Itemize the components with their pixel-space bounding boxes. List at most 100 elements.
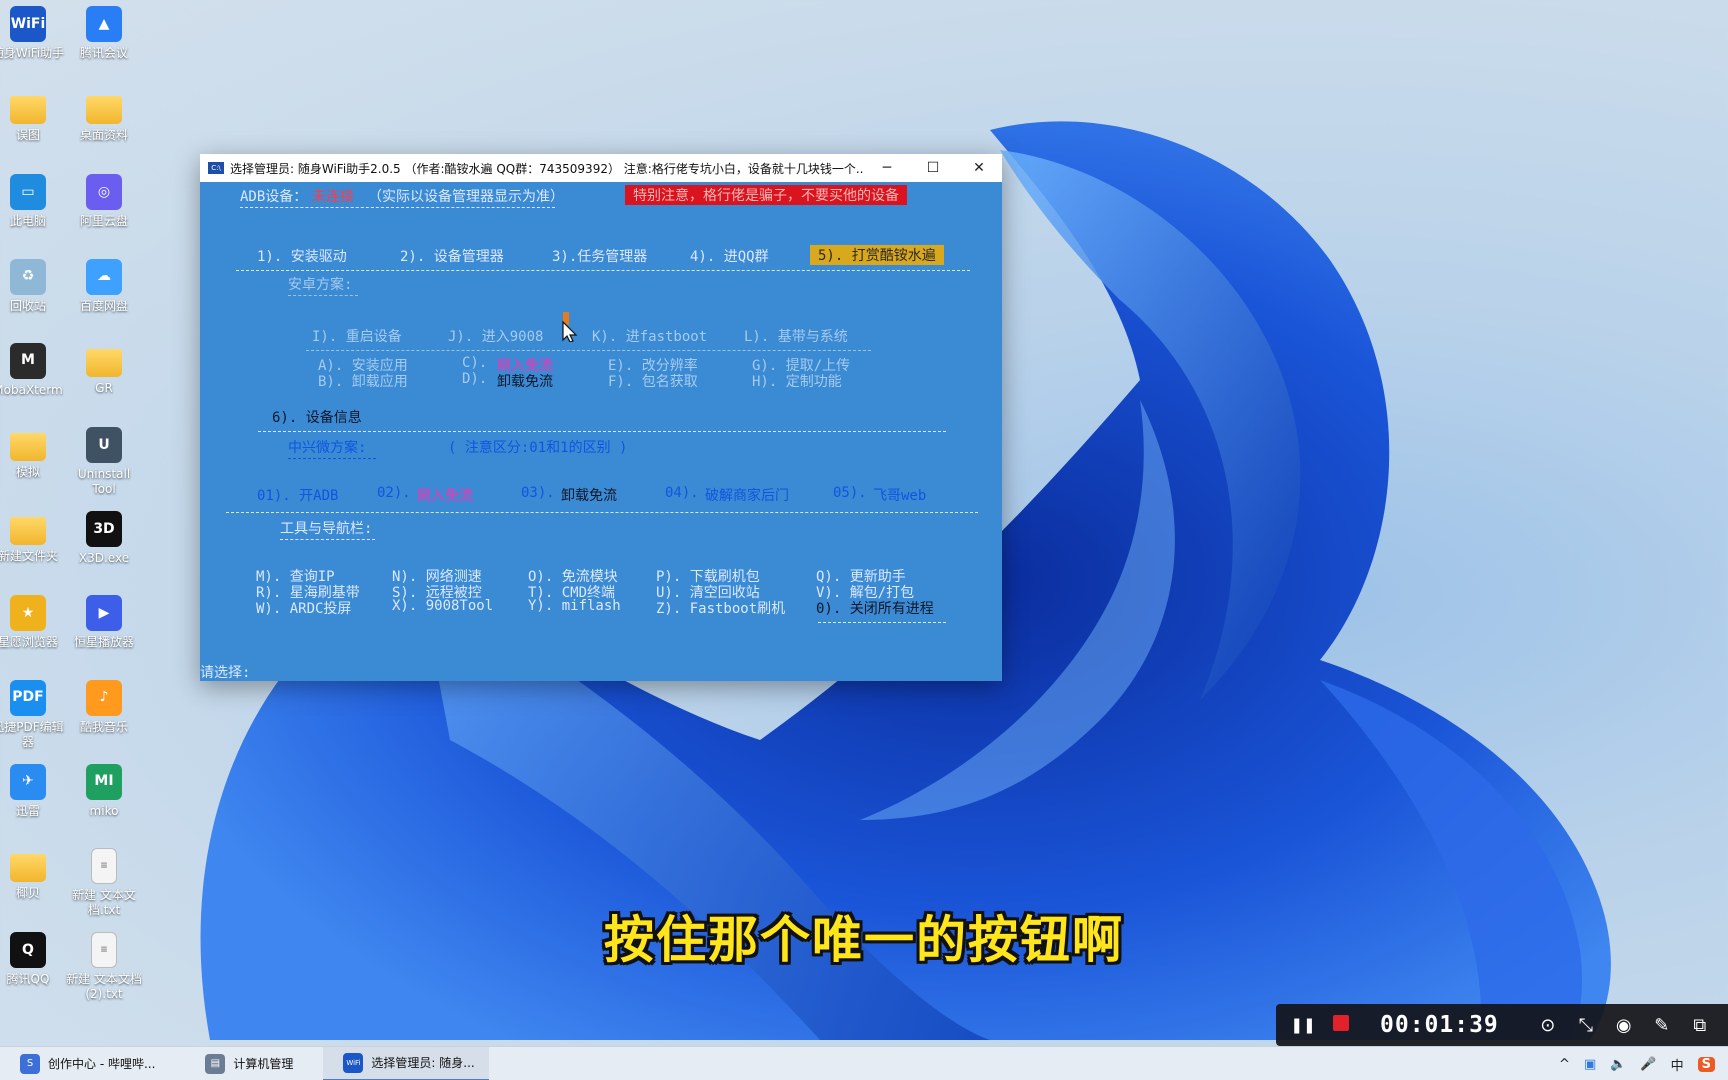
maximize-button[interactable]: ☐	[910, 154, 956, 182]
zte-02-label: 02).	[377, 485, 411, 501]
menu-device-manager[interactable]: 2). 设备管理器	[400, 246, 504, 266]
tool-9008tool[interactable]: X). 9008Tool	[392, 598, 493, 614]
menu-task-manager[interactable]: 3).任务管理器	[552, 246, 647, 266]
option-fastboot[interactable]: K). 进fastboot	[592, 326, 707, 346]
option-reboot[interactable]: I). 重启设备	[312, 326, 402, 346]
desktop-icon[interactable]: 椰贝	[0, 848, 66, 901]
option-baseband[interactable]: L). 基带与系统	[744, 326, 848, 346]
pen-icon[interactable]: ✎	[1643, 1015, 1681, 1036]
folder-icon	[86, 348, 122, 377]
tool-ardc-cast[interactable]: W). ARDC投屏	[256, 598, 351, 618]
desktop-icon[interactable]: 3D X3D.exe	[66, 511, 142, 566]
option-d: D).	[462, 371, 488, 387]
zte-open-adb[interactable]: 01). 开ADB	[257, 485, 338, 505]
pause-button[interactable]: ❚❚	[1284, 1016, 1322, 1034]
tool-close-all[interactable]: 0). 关闭所有进程	[816, 598, 934, 618]
desktop-icon[interactable]: ★ 星愿浏览器	[0, 595, 66, 650]
option-package-name[interactable]: F). 包名获取	[608, 371, 698, 391]
input-prompt[interactable]: 请选择:	[200, 662, 250, 682]
zte-feige-web[interactable]: 飞哥web	[873, 485, 926, 505]
desktop-icon[interactable]: M MobaXterm	[0, 342, 66, 398]
taskbar-item-wifi-helper[interactable]: WiFi 选择管理员: 随身...	[323, 1046, 489, 1080]
desktop-icon[interactable]: ▲ 腾讯会议	[66, 6, 142, 61]
taskbar-item-label: 计算机管理	[233, 1057, 294, 1071]
menu-donate[interactable]: 5). 打赏酷铵水遍	[810, 245, 944, 265]
taskbar-item-label: 创作中心 - 哔哩哔...	[48, 1057, 156, 1071]
mobaxterm-icon: M	[10, 342, 46, 379]
menu-join-qq[interactable]: 4). 进QQ群	[690, 246, 769, 266]
folder-icon	[10, 854, 46, 882]
desktop-icon-label: GR	[95, 380, 113, 395]
computer-icon: ▭	[10, 174, 46, 211]
uninstall-tool-icon: U	[86, 427, 122, 463]
desktop-icon-label: 恒星播放器	[73, 635, 134, 650]
desktop-icon-label: 模拟	[15, 465, 40, 479]
taskbar: S 创作中心 - 哔哩哔... ▤ 计算机管理 WiFi 选择管理员: 随身..…	[0, 1046, 1728, 1080]
divider	[240, 207, 555, 208]
desktop-icon[interactable]: WiFi 随身WiFi助手	[0, 6, 66, 61]
pdf-editor-icon: PDF	[10, 679, 46, 716]
desktop-icon[interactable]: 模拟	[0, 427, 66, 480]
tray-app-icon[interactable]: ▣	[1584, 1057, 1596, 1072]
desktop-icon-label: 迅捷PDF编辑器	[0, 719, 64, 749]
taskbar-item-computer-management[interactable]: ▤ 计算机管理	[185, 1047, 307, 1080]
sogou-ime-icon[interactable]: S	[1697, 1056, 1715, 1072]
zte-04-label: 04).	[665, 485, 699, 501]
option-device-info[interactable]: 6). 设备信息	[272, 407, 362, 427]
fullscreen-icon[interactable]: ⤡	[1567, 1015, 1605, 1036]
zte-uninstall-free-traffic[interactable]: 卸载免流	[561, 485, 617, 505]
desktop-icon[interactable]: 桌面资料	[66, 90, 142, 143]
desktop-icon[interactable]: ▶ 恒星播放器	[66, 595, 142, 650]
stop-record-button[interactable]	[1322, 1014, 1360, 1036]
zte-crack-backdoor[interactable]: 破解商家后门	[705, 485, 789, 505]
window-mode-icon[interactable]: ⧉	[1681, 1015, 1719, 1036]
desktop-icon-label: 椰贝	[15, 886, 40, 900]
console-window[interactable]: C:\ 选择管理员: 随身WiFi助手2.0.5 （作者:酷铵水遍 QQ群：74…	[200, 154, 1002, 681]
taskbar-item-bilibili[interactable]: S 创作中心 - 哔哩哔...	[0, 1047, 169, 1080]
option-custom-feature[interactable]: H). 定制功能	[752, 371, 842, 391]
tray-expand-icon[interactable]: ^	[1559, 1057, 1570, 1072]
desktop-icon[interactable]: ♻ 回收站	[0, 258, 66, 314]
screenshot-icon[interactable]: ◉	[1605, 1015, 1643, 1036]
desktop-icon[interactable]: ♪ 酷我音乐	[66, 679, 142, 735]
desktop-icon[interactable]: PDF迅捷PDF编辑器	[0, 679, 66, 750]
desktop-icon-label: 迅雷	[15, 803, 40, 818]
tool-miflash[interactable]: Y). miflash	[528, 598, 621, 614]
desktop-icon[interactable]: U Uninstall Tool	[66, 427, 142, 497]
tool-fastboot-flash[interactable]: Z). Fastboot刷机	[656, 598, 785, 618]
desktop-icon-label: 随身WiFi助手	[0, 46, 65, 60]
desktop-icon[interactable]: ▭ 此电脑	[0, 174, 66, 229]
desktop-icon[interactable]: 新建文件夹	[0, 511, 66, 564]
option-uninstall-app[interactable]: B). 卸载应用	[318, 371, 408, 391]
system-tray: ^ ▣ 🔈 🎤 中 S	[1552, 1047, 1722, 1080]
divider	[236, 270, 970, 271]
desktop-icon-label: 阿里云盘	[79, 214, 128, 229]
microphone-icon[interactable]: 🎤	[1640, 1057, 1656, 1072]
window-titlebar[interactable]: C:\ 选择管理员: 随身WiFi助手2.0.5 （作者:酷铵水遍 QQ群：74…	[200, 154, 1002, 182]
ime-indicator[interactable]: 中	[1671, 1055, 1684, 1074]
desktop-icon-label: 回收站	[9, 298, 46, 313]
desktop-icon[interactable]: ✈ 迅雷	[0, 763, 66, 819]
desktop-icon-label: X3D.exe	[78, 551, 130, 566]
divider	[288, 458, 376, 459]
taskbar-item-label: 选择管理员: 随身...	[371, 1056, 475, 1070]
console-app-icon: C:\	[208, 162, 224, 174]
menu-install-driver[interactable]: 1). 安装驱动	[257, 246, 347, 266]
option-uninstall-free-traffic[interactable]: 卸载免流	[497, 371, 553, 391]
desktop-icon-label: 此电脑	[9, 214, 46, 229]
desktop-icon[interactable]: MI miko	[66, 763, 142, 819]
desktop-icon[interactable]: GR	[66, 343, 142, 396]
minimize-button[interactable]: ─	[864, 154, 910, 182]
divider	[306, 350, 871, 351]
focus-icon[interactable]: ⊙	[1529, 1015, 1567, 1036]
desktop-icon[interactable]: ◎ 阿里云盘	[66, 174, 142, 229]
console-screen[interactable]: ADB设备： 未连接 （实际以设备管理器显示为准） 特别注意，格行佬是骗子，不要…	[200, 182, 1002, 681]
zte-flash-free-traffic[interactable]: 刷入免流	[417, 485, 473, 505]
aliyun-drive-icon: ◎	[86, 174, 122, 211]
volume-icon[interactable]: 🔈	[1610, 1057, 1626, 1072]
close-button[interactable]: ✕	[956, 154, 1002, 182]
option-enter-9008[interactable]: J). 进入9008	[448, 326, 543, 346]
desktop-icon[interactable]: ☁ 百度网盘	[66, 258, 142, 314]
screen-recorder-bar[interactable]: ❚❚ 00:01:39 ⊙ ⤡ ◉ ✎ ⧉	[1276, 1004, 1728, 1046]
desktop-icon[interactable]: 误图	[0, 90, 66, 143]
